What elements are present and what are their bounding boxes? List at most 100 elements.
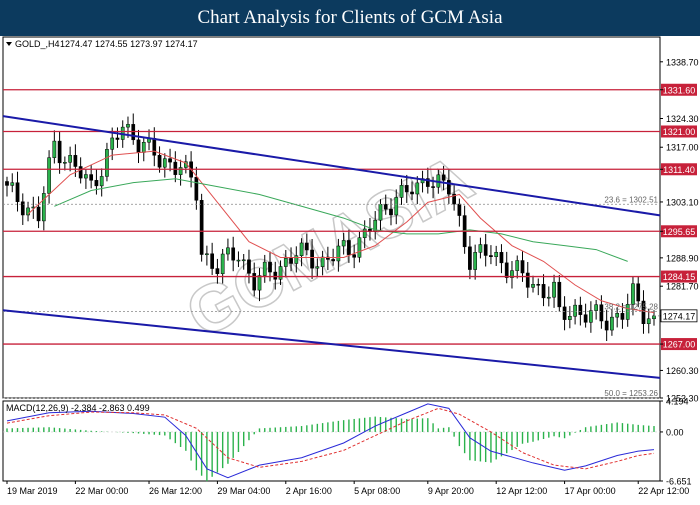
- candle-body: [57, 140, 62, 164]
- candle-body: [357, 237, 362, 258]
- candle-body: [241, 259, 246, 262]
- candle-body: [525, 272, 530, 288]
- y-tick-label: 1317.00: [666, 143, 699, 153]
- candle-body: [20, 201, 25, 216]
- x-tick-label: 29 Mar 04:00: [217, 486, 270, 496]
- level-label: 1331.60: [663, 85, 696, 95]
- candle-body: [199, 200, 204, 255]
- candle-body: [299, 242, 304, 256]
- ohlc-header: 1274.47 1274.55 1273.97 1274.17: [60, 39, 198, 49]
- candle-body: [41, 193, 46, 222]
- level-label: 1311.40: [663, 165, 695, 175]
- candle-body: [389, 208, 393, 216]
- y-tick-label: 1303.10: [666, 197, 699, 207]
- candle-body: [578, 304, 583, 315]
- candle-body: [415, 182, 420, 195]
- candle-body: [115, 137, 120, 140]
- candle-body: [210, 253, 214, 269]
- candle-body: [520, 260, 525, 274]
- candle-body: [99, 176, 104, 187]
- chart-area: GCMASIA 1331.60 1321.00 1311.40 1295.65 1284.…: [0, 36, 700, 500]
- candle-body: [73, 155, 78, 167]
- candle-body: [552, 281, 556, 298]
- candle-body: [615, 313, 620, 318]
- candle-body: [431, 186, 435, 188]
- candle-body: [599, 304, 604, 322]
- x-tick-label: 19 Mar 2019: [7, 486, 58, 496]
- candle-body: [205, 253, 209, 256]
- x-tick-label: 17 Apr 00:00: [565, 486, 616, 496]
- candle-body: [320, 256, 325, 267]
- candle-body: [341, 240, 346, 247]
- candle-body: [141, 141, 146, 153]
- candle-body: [5, 181, 9, 186]
- candle-body: [494, 252, 499, 257]
- candle-body: [610, 316, 614, 331]
- candle-body: [289, 258, 293, 264]
- candle-body: [646, 318, 651, 324]
- candle-body: [347, 240, 351, 255]
- candle-body: [473, 252, 478, 270]
- macd-tick-label: 0.00: [666, 427, 684, 437]
- x-tick-label: 2 Apr 16:00: [286, 486, 332, 496]
- candle-body: [583, 314, 588, 323]
- candle-body: [294, 255, 299, 264]
- candle-body: [52, 140, 57, 158]
- candle-body: [652, 315, 656, 320]
- candle-body: [63, 162, 67, 164]
- candle-body: [620, 313, 625, 320]
- candle-body: [68, 155, 72, 163]
- candle-body: [136, 139, 141, 153]
- candle-body: [589, 310, 593, 323]
- level-label: 1267.00: [663, 340, 696, 350]
- candle-body: [394, 197, 399, 216]
- x-tick-label: 12 Apr 12:00: [496, 486, 547, 496]
- candle-body: [194, 176, 199, 201]
- fibonacci-label: 50.0 = 1253.26: [604, 389, 658, 398]
- candle-body: [78, 166, 83, 179]
- y-tick-label: 1260.30: [666, 366, 699, 376]
- candle-body: [231, 247, 236, 261]
- candle-body: [47, 157, 51, 194]
- candle-body: [378, 204, 383, 221]
- x-tick-label: 5 Apr 08:00: [354, 486, 400, 496]
- candle-body: [168, 158, 172, 163]
- candle-body: [15, 182, 20, 203]
- candle-body: [573, 304, 577, 317]
- candle-body: [352, 254, 357, 258]
- macd-tick-label: -6.651: [666, 477, 692, 487]
- level-label: 1284.15: [663, 272, 696, 282]
- candle-body: [541, 284, 546, 299]
- fibonacci-label: 23.6 = 1302.51: [604, 195, 658, 204]
- candle-body: [457, 203, 462, 216]
- macd-frame: [2, 400, 661, 482]
- banner-title: Chart Analysis for Clients of GCM Asia: [0, 0, 700, 36]
- y-tick-label: 1324.30: [666, 114, 699, 124]
- candle-body: [536, 284, 541, 286]
- candle-body: [162, 158, 167, 168]
- candle-body: [304, 242, 309, 251]
- candle-body: [283, 258, 288, 267]
- candle-body: [262, 261, 267, 276]
- level-label: 1295.65: [663, 227, 696, 237]
- candle-body: [499, 252, 504, 264]
- candle-body: [315, 266, 320, 269]
- candle-body: [226, 247, 230, 255]
- candle-body: [336, 245, 341, 262]
- fibonacci-label: 38.2 = 1275.28: [604, 302, 658, 311]
- candle-body: [94, 180, 99, 187]
- candle-body: [557, 281, 562, 308]
- candle-body: [410, 191, 414, 195]
- candle-body: [636, 283, 641, 302]
- candle-body: [157, 155, 162, 168]
- macd-header: MACD(12,26,9) -2.384 -2.863 0.499: [6, 403, 150, 413]
- symbol-label: GOLD_,H4: [15, 39, 60, 49]
- candle-body: [278, 266, 283, 280]
- candle-body: [504, 262, 509, 278]
- candle-body: [252, 273, 257, 291]
- candle-body: [483, 244, 488, 256]
- candle-body: [362, 228, 367, 238]
- candle-body: [173, 161, 178, 175]
- candle-body: [383, 204, 388, 210]
- candle-body: [178, 167, 183, 175]
